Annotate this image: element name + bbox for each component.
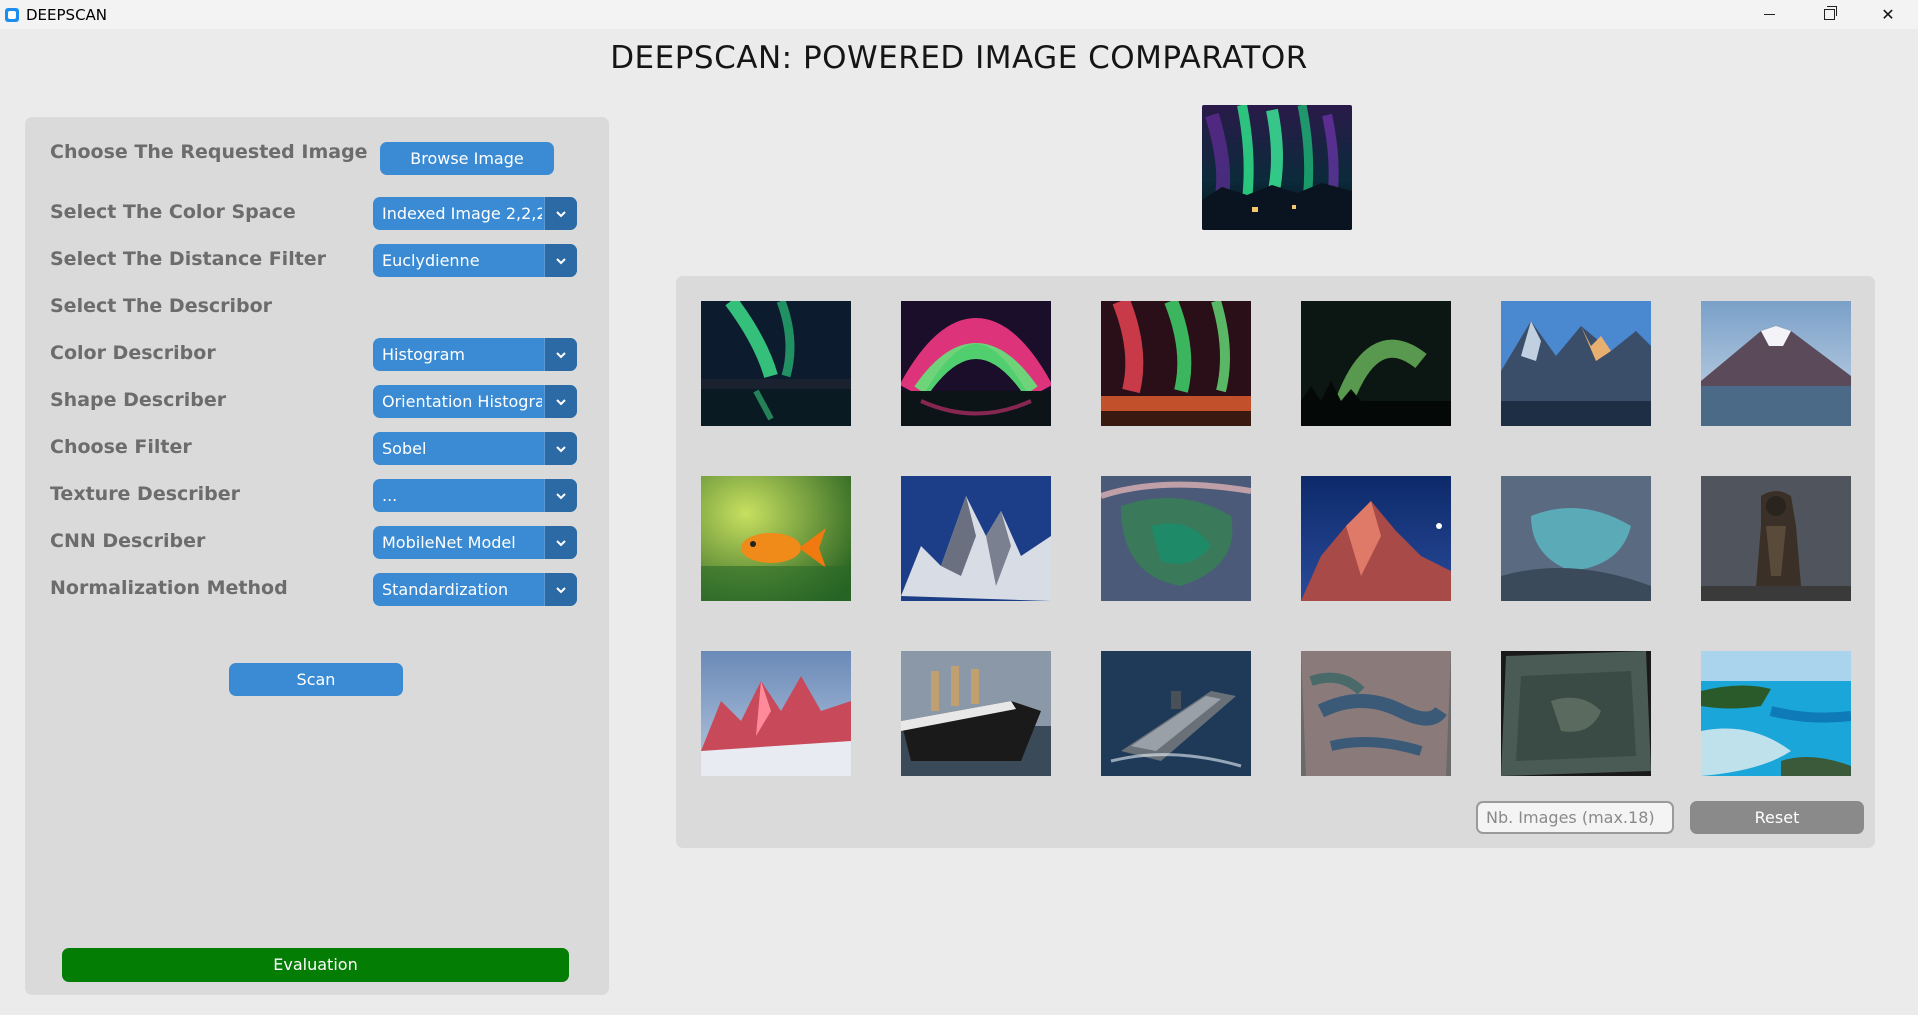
- filter-label: Choose Filter: [50, 436, 192, 458]
- minimize-button[interactable]: [1743, 0, 1795, 29]
- result-image-1[interactable]: [701, 301, 851, 426]
- result-image-10[interactable]: [1301, 476, 1451, 601]
- color-describor-dropdown[interactable]: Histogram: [373, 338, 577, 371]
- minimize-icon: [1763, 14, 1775, 15]
- close-icon: ✕: [1881, 5, 1895, 24]
- reset-button[interactable]: Reset: [1690, 801, 1864, 834]
- result-image-5[interactable]: [1501, 301, 1651, 426]
- color-space-dropdown[interactable]: Indexed Image 2,2,2: [373, 197, 577, 230]
- result-image-11[interactable]: [1501, 476, 1651, 601]
- restore-icon: [1823, 6, 1837, 20]
- cnn-describer-label: CNN Describer: [50, 530, 206, 552]
- result-image-16[interactable]: [1301, 651, 1451, 776]
- color-space-label: Select The Color Space: [50, 201, 296, 223]
- result-image-4[interactable]: [1301, 301, 1451, 426]
- chevron-down-icon[interactable]: [544, 526, 577, 559]
- texture-describer-label: Texture Describer: [50, 483, 241, 505]
- result-image-9[interactable]: [1101, 476, 1251, 601]
- close-button[interactable]: ✕: [1862, 0, 1914, 29]
- browse-image-button[interactable]: Browse Image: [380, 142, 554, 175]
- distance-filter-value: Euclydienne: [382, 251, 480, 270]
- chevron-down-icon[interactable]: [544, 197, 577, 230]
- result-image-17[interactable]: [1501, 651, 1651, 776]
- chevron-down-icon[interactable]: [544, 338, 577, 371]
- cnn-describer-dropdown[interactable]: MobileNet Model: [373, 526, 577, 559]
- chevron-down-icon[interactable]: [544, 244, 577, 277]
- filter-value: Sobel: [382, 439, 427, 458]
- query-image: [1202, 105, 1352, 230]
- result-image-6[interactable]: [1701, 301, 1851, 426]
- shape-describer-label: Shape Describer: [50, 389, 227, 411]
- result-image-13[interactable]: [701, 651, 851, 776]
- describor-label: Select The Describor: [50, 295, 273, 317]
- result-image-2[interactable]: [901, 301, 1051, 426]
- window-title: DEEPSCAN: [26, 5, 108, 24]
- result-image-18[interactable]: [1701, 651, 1851, 776]
- filter-dropdown[interactable]: Sobel: [373, 432, 577, 465]
- normalization-dropdown[interactable]: Standardization: [373, 573, 577, 606]
- shape-describer-dropdown[interactable]: Orientation Histogram: [373, 385, 577, 418]
- normalization-value: Standardization: [382, 580, 509, 599]
- result-image-15[interactable]: [1101, 651, 1251, 776]
- app-icon: [5, 7, 19, 22]
- result-image-14[interactable]: [901, 651, 1051, 776]
- distance-filter-label: Select The Distance Filter: [50, 248, 327, 270]
- chevron-down-icon[interactable]: [544, 432, 577, 465]
- color-describor-value: Histogram: [382, 345, 465, 364]
- cnn-describer-value: MobileNet Model: [382, 533, 516, 552]
- result-image-7[interactable]: [701, 476, 851, 601]
- color-describor-label: Color Describor: [50, 342, 216, 364]
- chevron-down-icon[interactable]: [544, 385, 577, 418]
- restore-button[interactable]: [1803, 0, 1855, 29]
- texture-describer-value: ...: [382, 486, 398, 505]
- distance-filter-dropdown[interactable]: Euclydienne: [373, 244, 577, 277]
- results-panel: Reset: [676, 276, 1875, 848]
- title-bar: DEEPSCAN ✕: [0, 0, 1918, 29]
- settings-panel: Choose The Requested Image Browse Image …: [25, 117, 609, 995]
- scan-button[interactable]: Scan: [229, 663, 403, 696]
- normalization-label: Normalization Method: [50, 577, 288, 599]
- page-title: DEEPSCAN: POWERED IMAGE COMPARATOR: [610, 40, 1308, 76]
- chevron-down-icon[interactable]: [544, 573, 577, 606]
- shape-describer-value: Orientation Histogram: [382, 392, 542, 411]
- result-image-3[interactable]: [1101, 301, 1251, 426]
- nb-images-input[interactable]: [1476, 801, 1674, 834]
- color-space-value: Indexed Image 2,2,2: [382, 204, 542, 223]
- texture-describer-dropdown[interactable]: ...: [373, 479, 577, 512]
- result-image-8[interactable]: [901, 476, 1051, 601]
- choose-image-label: Choose The Requested Image: [50, 141, 368, 163]
- result-image-12[interactable]: [1701, 476, 1851, 601]
- evaluation-button[interactable]: Evaluation: [62, 948, 569, 982]
- chevron-down-icon[interactable]: [544, 479, 577, 512]
